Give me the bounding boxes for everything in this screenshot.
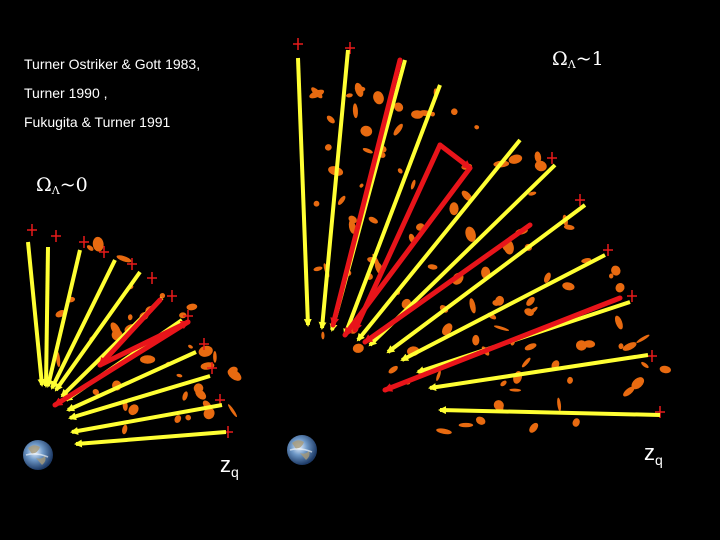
galaxy <box>388 365 398 374</box>
galaxy <box>128 404 139 416</box>
galaxy <box>397 168 403 174</box>
q-subscript: q <box>231 464 239 480</box>
quasar-star-icon <box>547 152 557 164</box>
q-subscript: q <box>655 452 663 468</box>
quasar-star-icon <box>647 350 657 362</box>
omega-relation: ~1 <box>575 48 604 70</box>
yellow-ray <box>438 406 661 417</box>
omega-relation: ~0 <box>59 174 88 196</box>
lambda-subscript: Λ <box>51 184 60 197</box>
quasar-star-icon <box>293 38 303 50</box>
yellow-ray <box>26 241 46 387</box>
galaxy <box>188 344 193 349</box>
quasar-star-icon <box>167 290 177 302</box>
galaxy <box>362 147 373 154</box>
galaxy <box>373 91 384 105</box>
galaxy <box>313 200 320 207</box>
quasar-star-icon <box>147 272 157 284</box>
yellow-ray <box>74 430 227 448</box>
galaxy <box>185 414 192 421</box>
galaxy <box>346 93 353 98</box>
zq-label-left: zq <box>220 452 239 480</box>
red-ray <box>352 142 443 333</box>
galaxy <box>182 391 188 401</box>
reference-1: Turner Ostriker & Gott 1983, <box>24 56 201 72</box>
galaxy <box>228 404 237 418</box>
galaxy <box>622 342 637 351</box>
galaxy <box>360 125 373 137</box>
galaxy <box>475 416 486 425</box>
galaxy <box>198 345 213 357</box>
galaxy <box>140 355 156 364</box>
galaxy <box>509 388 522 392</box>
galaxy <box>122 424 128 435</box>
galaxy <box>562 282 575 291</box>
galaxy <box>176 373 183 378</box>
galaxy <box>436 428 452 435</box>
galaxy <box>469 298 476 314</box>
galaxy <box>659 365 671 374</box>
reference-3: Fukugita & Turner 1991 <box>24 114 171 130</box>
galaxy <box>474 125 480 130</box>
galaxy <box>337 195 346 206</box>
zq-label-right: zq <box>644 440 663 468</box>
galaxy <box>557 397 562 412</box>
yellow-ray <box>296 57 312 327</box>
references-list: Turner Ostriker & Gott 1983, Turner 1990… <box>24 50 200 137</box>
galaxy <box>368 216 378 224</box>
galaxy <box>427 264 438 270</box>
quasar-star-icon <box>51 230 61 242</box>
omega-lambda-zero-label: ΩΛ~0 <box>36 174 88 197</box>
omega-symbol: Ω <box>552 48 568 70</box>
galaxy <box>614 315 623 330</box>
omega-symbol: Ω <box>36 174 52 196</box>
red-ray <box>437 142 473 171</box>
galaxy <box>324 144 332 151</box>
earth-right-icon <box>287 435 317 465</box>
galaxy <box>116 255 132 263</box>
galaxy <box>451 108 458 115</box>
light-rays-left <box>26 241 227 448</box>
galaxy <box>521 357 531 368</box>
galaxy <box>567 376 573 384</box>
galaxy <box>493 325 510 331</box>
galaxy <box>326 115 335 124</box>
galaxy <box>458 422 474 428</box>
galaxy <box>524 343 537 351</box>
galaxy <box>449 202 459 216</box>
galaxy <box>352 103 358 119</box>
galaxy <box>92 236 104 252</box>
galaxy <box>641 361 649 369</box>
galaxy <box>313 266 323 272</box>
yellow-ray <box>42 246 51 388</box>
galaxy <box>186 303 198 311</box>
quasar-star-icon <box>627 290 637 302</box>
galaxy <box>359 183 364 188</box>
reference-2: Turner 1990 , <box>24 85 108 101</box>
lambda-subscript: Λ <box>567 58 576 71</box>
galaxy <box>572 418 580 427</box>
galaxy <box>321 331 325 340</box>
omega-lambda-one-label: ΩΛ~1 <box>552 48 604 71</box>
galaxy <box>472 334 480 346</box>
galaxy <box>534 160 547 172</box>
z-letter: z <box>220 452 231 477</box>
galaxy <box>500 380 507 387</box>
galaxy <box>410 179 416 190</box>
earth-left-icon <box>23 440 53 470</box>
galaxy <box>127 314 133 321</box>
z-letter: z <box>644 440 655 465</box>
galaxy <box>636 334 650 343</box>
galaxy <box>529 422 539 433</box>
galaxy <box>213 351 217 363</box>
quasar-star-icon <box>27 224 37 236</box>
galaxy <box>352 343 364 353</box>
galaxy <box>393 123 403 136</box>
galaxy <box>615 283 625 293</box>
